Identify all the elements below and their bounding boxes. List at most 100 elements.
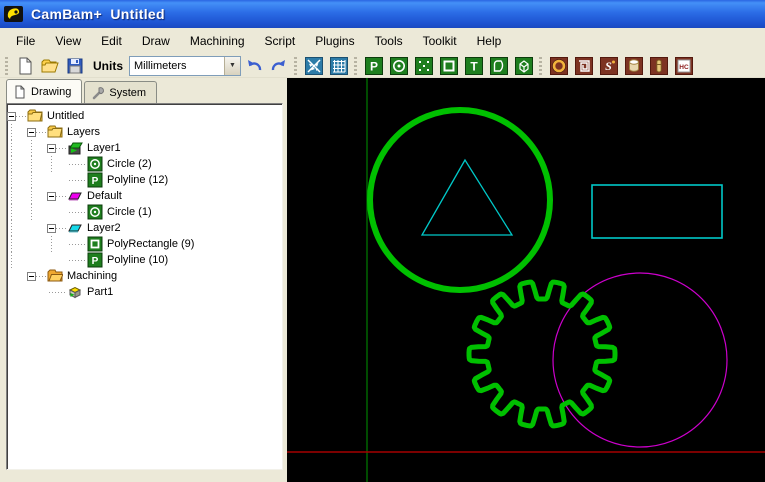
tree-indent xyxy=(7,252,27,268)
menu-view[interactable]: View xyxy=(45,31,91,51)
collapse-toggle-icon[interactable] xyxy=(27,272,36,281)
wrench-icon xyxy=(91,86,105,100)
zoom-extents-button[interactable] xyxy=(302,55,325,77)
units-dropdown-button[interactable]: ▼ xyxy=(224,57,240,75)
arc-button[interactable] xyxy=(487,55,510,77)
tree-item-untitled[interactable]: Untitled xyxy=(7,108,282,124)
engrave-button[interactable]: S xyxy=(597,55,620,77)
layer-cyan-icon xyxy=(67,220,83,236)
tree-item-circle-1[interactable]: Circle (1) xyxy=(7,204,282,220)
layer-magenta-icon xyxy=(67,188,83,204)
collapse-toggle-icon[interactable] xyxy=(7,112,16,121)
toolbar-grip[interactable] xyxy=(5,57,8,75)
tree-connector xyxy=(56,196,67,197)
svg-text:P: P xyxy=(92,176,99,187)
drawing-canvas[interactable] xyxy=(287,78,765,482)
collapse-toggle-icon[interactable] xyxy=(27,128,36,137)
units-combobox[interactable]: Millimeters▼ xyxy=(129,56,241,76)
menu-draw[interactable]: Draw xyxy=(132,31,180,51)
undo-icon xyxy=(244,56,264,76)
tree-item-machining[interactable]: Machining xyxy=(7,268,282,284)
tree-connector xyxy=(56,148,67,149)
drawing-tree[interactable]: UntitledLayersLayer1Circle (2)PPolyline … xyxy=(6,103,283,470)
circle-button[interactable] xyxy=(387,55,410,77)
tree-expander-cell xyxy=(47,188,67,204)
tree-item-polyline-10[interactable]: PPolyline (10) xyxy=(7,252,282,268)
tree-item-layer2[interactable]: Layer2 xyxy=(7,220,282,236)
grid-icon xyxy=(329,56,349,76)
menu-bar: FileViewEditDrawMachiningScriptPluginsTo… xyxy=(0,28,765,54)
collapse-toggle-icon[interactable] xyxy=(47,224,56,233)
menu-plugins[interactable]: Plugins xyxy=(305,31,364,51)
cyan-rectangle[interactable] xyxy=(592,185,722,238)
gcode-button[interactable]: HC xyxy=(672,55,695,77)
menu-toolkit[interactable]: Toolkit xyxy=(413,31,467,51)
toolbar-grip[interactable] xyxy=(294,57,297,75)
pocket-button[interactable] xyxy=(572,55,595,77)
tree-indent xyxy=(27,236,47,252)
window-title: CamBam+ Untitled xyxy=(31,6,165,22)
toolbar-grip[interactable] xyxy=(539,57,542,75)
tree-item-polyrectangle-9[interactable]: PolyRectangle (9) xyxy=(7,236,282,252)
svg-text:T: T xyxy=(470,59,478,73)
tree-connector xyxy=(36,132,47,133)
points-icon xyxy=(414,56,434,76)
surface-button[interactable] xyxy=(512,55,535,77)
layer-active-icon xyxy=(67,140,83,156)
tree-indent xyxy=(27,140,47,156)
tree-item-part1[interactable]: Part1 xyxy=(7,284,282,300)
tree-expander-cell xyxy=(27,268,47,284)
menu-tools[interactable]: Tools xyxy=(365,31,413,51)
green-circle[interactable] xyxy=(370,110,550,290)
tree-item-label: Layer1 xyxy=(87,142,121,154)
menu-edit[interactable]: Edit xyxy=(91,31,132,51)
new-file-button[interactable] xyxy=(13,55,36,77)
cyan-triangle[interactable] xyxy=(422,160,512,235)
tree-indent xyxy=(7,268,27,284)
menu-file[interactable]: File xyxy=(6,31,45,51)
tab-drawing[interactable]: Drawing xyxy=(6,79,82,103)
tree-expander-cell xyxy=(7,108,27,124)
rectangle-icon xyxy=(439,56,459,76)
collapse-toggle-icon[interactable] xyxy=(47,144,56,153)
polyline-button[interactable]: P xyxy=(362,55,385,77)
collapse-toggle-icon[interactable] xyxy=(47,192,56,201)
left-panel: DrawingSystem UntitledLayers Layer1 Circle… xyxy=(0,78,287,482)
tree-indent xyxy=(27,284,47,300)
open-folder-button[interactable] xyxy=(38,55,61,77)
lathe-button[interactable] xyxy=(647,55,670,77)
tree-item-label: PolyRectangle (9) xyxy=(107,238,194,250)
tree-indent xyxy=(47,252,67,268)
undo-button[interactable] xyxy=(242,55,265,77)
grid-button[interactable] xyxy=(327,55,350,77)
rectangle-button[interactable] xyxy=(437,55,460,77)
green-gear[interactable] xyxy=(469,282,615,426)
menu-script[interactable]: Script xyxy=(255,31,306,51)
menu-help[interactable]: Help xyxy=(467,31,512,51)
tree-indent xyxy=(27,172,47,188)
tree-item-label: Default xyxy=(87,190,122,202)
tree-indent xyxy=(27,220,47,236)
profile-button[interactable] xyxy=(547,55,570,77)
title-bar[interactable]: CamBam+ Untitled xyxy=(0,0,765,28)
tree-item-layer1[interactable]: Layer1 xyxy=(7,140,282,156)
save-button[interactable] xyxy=(63,55,86,77)
tree-indent xyxy=(7,204,27,220)
points-button[interactable] xyxy=(412,55,435,77)
tree-item-polyline-12[interactable]: PPolyline (12) xyxy=(7,172,282,188)
menu-machining[interactable]: Machining xyxy=(180,31,255,51)
redo-button[interactable] xyxy=(267,55,290,77)
tree-item-default[interactable]: Default xyxy=(7,188,282,204)
tree-item-layers[interactable]: Layers xyxy=(7,124,282,140)
tree-expander-cell xyxy=(27,124,47,140)
tree-indent xyxy=(27,156,47,172)
text-button[interactable]: T xyxy=(462,55,485,77)
surface-icon xyxy=(514,56,534,76)
tree-item-circle-2[interactable]: Circle (2) xyxy=(7,156,282,172)
canvas-surface[interactable] xyxy=(287,78,765,482)
tree-connector xyxy=(36,276,47,277)
part-cube-icon xyxy=(67,284,83,300)
tab-system[interactable]: System xyxy=(84,81,157,103)
drill-button[interactable] xyxy=(622,55,645,77)
toolbar-grip[interactable] xyxy=(354,57,357,75)
